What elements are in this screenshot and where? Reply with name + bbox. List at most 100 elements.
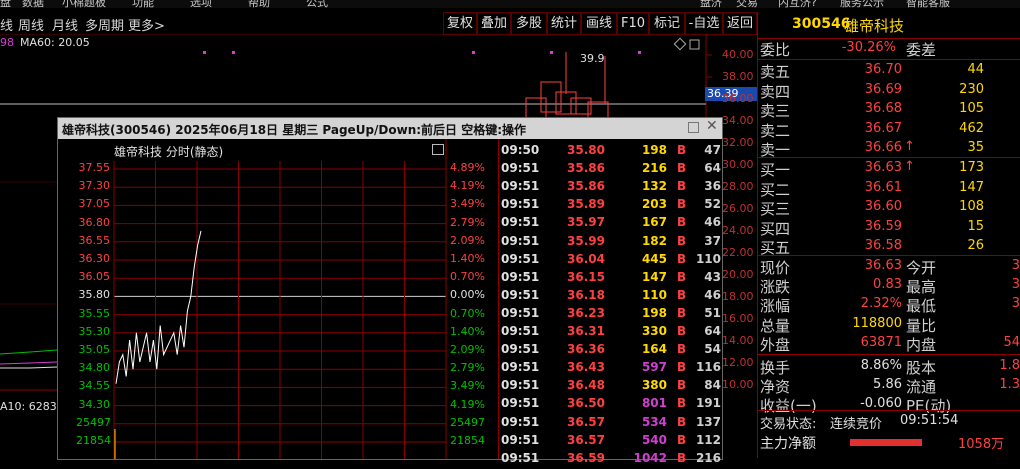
adjust-button[interactable]: 复权 (443, 12, 477, 35)
intraday-canvas (113, 139, 447, 459)
draw-line-button[interactable]: 画线 (581, 12, 617, 35)
order-volume: 26 (967, 238, 984, 253)
percent-axis-label: 2.09% (450, 343, 485, 356)
wei-cha-label: 委差 (906, 41, 937, 59)
tick-volume: 801 (641, 396, 667, 411)
tick-side: B (677, 432, 687, 447)
watchlist-button[interactable]: -自选 (685, 12, 723, 35)
tick-count: 37 (704, 233, 721, 248)
period-monthly-link[interactable]: 月线 (52, 15, 78, 34)
period-weekly-link[interactable]: 周线 (18, 15, 44, 34)
tick-row[interactable]: 09:51 36.15 147 B 43 (499, 270, 723, 288)
volume-ma-label: A10: 62835 (0, 400, 64, 413)
tick-side: B (677, 143, 687, 157)
order-book-row[interactable]: 卖三 36.68 105 (758, 100, 1020, 120)
wei-bi-label: 委比 (760, 41, 791, 59)
tick-list[interactable]: 09:50 35.80 198 B 47 09:51 35.86 216 B 64 09:51 35.… (498, 139, 723, 465)
close-icon[interactable]: ✕ (706, 118, 718, 134)
order-book-row[interactable]: 卖五 36.70 44 (758, 61, 1020, 81)
order-volume: 230 (959, 81, 984, 97)
tick-volume: 534 (641, 414, 667, 429)
percent-axis-label: 1.40% (450, 324, 485, 338)
ma60-label: MA60: 20.05 (20, 36, 90, 49)
mark-button[interactable]: 标记 (649, 12, 685, 35)
order-volume: 44 (967, 62, 984, 77)
tick-time: 09:50 (501, 143, 540, 157)
tick-row[interactable]: 09:51 35.99 182 B 37 (499, 234, 723, 252)
tick-row[interactable]: 09:51 36.48 380 B 84 (499, 378, 723, 396)
price-axis-label: 35.55 (78, 306, 111, 320)
order-level-label: 买四 (760, 219, 791, 238)
divider (758, 157, 1020, 158)
tick-price: 36.18 (567, 287, 605, 302)
order-book-row[interactable]: 买三 36.60 108 (758, 198, 1020, 218)
tick-side: B (677, 324, 687, 338)
tick-side: B (677, 342, 687, 357)
order-price: 36.58 (864, 238, 902, 253)
tick-side: B (677, 396, 687, 411)
tick-row[interactable]: 09:51 36.57 534 B 137 (499, 415, 723, 433)
kline-scale-label: 16.00 (722, 312, 754, 325)
stat-value: 1.8 (999, 358, 1020, 373)
tick-count: 64 (704, 161, 721, 176)
order-book-row[interactable]: 买四 36.59 15 (758, 218, 1020, 238)
top-menu-item: 公式 (306, 0, 328, 8)
tick-time: 09:51 (501, 287, 540, 302)
tick-row[interactable]: 09:51 36.31 330 B 64 (499, 324, 723, 342)
tick-row[interactable]: 09:50 35.80 198 B 47 (499, 143, 723, 161)
multi-stock-button[interactable]: 多股 (511, 12, 547, 35)
tick-row[interactable]: 09:51 36.04 445 B 110 (499, 252, 723, 270)
order-book-row[interactable]: 卖一 36.66 ↑ 35 (758, 139, 1020, 159)
popup-title-bar[interactable]: 雄帝科技(300546) 2025年06月18日 星期三 PageUp/Down… (58, 118, 722, 139)
quote-header: 300546 雄帝科技 (758, 12, 1020, 39)
tick-time: 09:51 (501, 251, 540, 266)
tick-count: 110 (695, 251, 721, 266)
more-link[interactable]: 更多> (128, 15, 165, 34)
tick-row[interactable]: 09:51 35.89 203 B 52 (499, 197, 723, 215)
tick-volume: 597 (641, 360, 667, 375)
order-book-row[interactable]: 卖二 36.67 462 (758, 120, 1020, 140)
order-book-row[interactable]: 卖四 36.69 230 (758, 81, 1020, 101)
intraday-chart-title: 雄帝科技 分时(静态) (114, 145, 224, 159)
price-axis-label: 36.80 (78, 215, 111, 229)
tick-row[interactable]: 09:51 36.59 1042 B 216 (499, 451, 723, 469)
tick-row[interactable]: 09:51 35.97 167 B 46 (499, 215, 723, 233)
trade-time: 09:51:54 (900, 413, 959, 428)
order-book-row[interactable]: 买一 36.63 ↑ 173 (758, 159, 1020, 179)
tick-row[interactable]: 09:51 35.86 132 B 36 (499, 179, 723, 197)
tick-volume: 540 (641, 432, 667, 447)
stat-value: 54 (1003, 334, 1020, 350)
order-book-row[interactable]: 买二 36.61 147 (758, 179, 1020, 199)
price-axis-label: 37.55 (78, 161, 111, 174)
tick-row[interactable]: 09:51 36.50 801 B 191 (499, 396, 723, 414)
order-book-row[interactable]: 买五 36.58 26 (758, 237, 1020, 257)
tick-row[interactable]: 09:51 36.18 110 B 46 (499, 288, 723, 306)
multi-period-link[interactable]: 多周期 (85, 15, 124, 34)
tick-row[interactable]: 09:51 36.36 164 B 54 (499, 342, 723, 360)
period-daily-link[interactable]: 线 (0, 15, 13, 34)
intraday-chart[interactable]: 雄帝科技 分时(静态) 37.55 37.30 37.05 36.80 36.55 36.… (58, 139, 498, 459)
tick-time: 09:51 (501, 215, 540, 230)
tick-time: 09:51 (501, 269, 540, 284)
back-button[interactable]: 返回 (723, 12, 757, 35)
tick-row[interactable]: 09:51 35.86 216 B 64 (499, 161, 723, 179)
tick-price: 36.43 (567, 360, 605, 375)
quote-stat-row: 现价 36.63 今开 3 (758, 257, 1020, 277)
chart-toggle-icon[interactable] (432, 144, 444, 155)
tick-row[interactable]: 09:51 36.57 540 B 112 (499, 433, 723, 451)
top-menu-item: 功能 (132, 0, 154, 8)
tick-side: B (677, 378, 687, 393)
statistics-button[interactable]: 统计 (547, 12, 581, 35)
f10-button[interactable]: F10 (617, 12, 649, 35)
tick-count: 46 (704, 215, 721, 230)
quote-stat-row: 换手 8.86% 股本 1.8 (758, 357, 1020, 377)
tick-time: 09:51 (501, 342, 540, 357)
window-box-icon (689, 39, 700, 50)
tick-row[interactable]: 09:51 36.43 597 B 116 (499, 360, 723, 378)
ma-line-white (0, 366, 58, 369)
overlay-button[interactable]: 叠加 (477, 12, 511, 35)
tick-row[interactable]: 09:51 36.23 198 B 51 (499, 306, 723, 324)
intraday-popup-window[interactable]: 雄帝科技(300546) 2025年06月18日 星期三 PageUp/Down… (57, 117, 723, 465)
maximize-icon[interactable] (688, 122, 699, 133)
diamond-marker (673, 37, 687, 51)
